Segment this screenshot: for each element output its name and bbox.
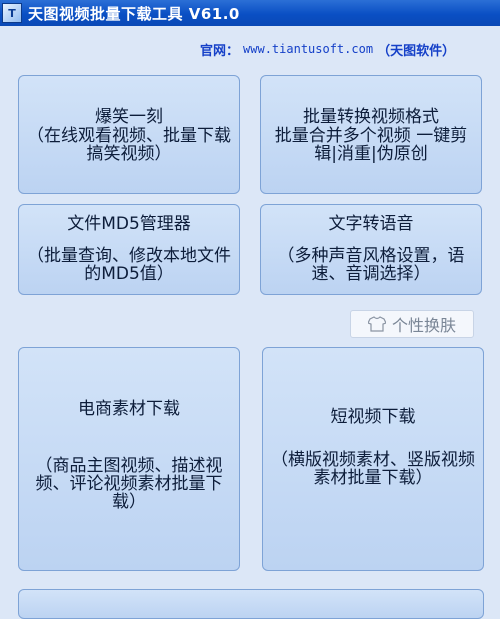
- card-partial-bottom[interactable]: [18, 589, 484, 619]
- website-prefix: 官网：: [200, 43, 240, 59]
- shirt-icon: [367, 316, 386, 332]
- card-description: （横版视频素材、竖版视频素材批量下载）: [271, 450, 475, 488]
- window-title: 天图视频批量下载工具 V61.0: [28, 4, 240, 23]
- card-video-convert[interactable]: 批量转换视频格式 批量合并多个视频 一键剪辑|消重|伪原创: [260, 75, 482, 194]
- website-suffix: （天图软件）: [377, 43, 456, 59]
- app-icon: T: [2, 3, 22, 23]
- title-bar: T 天图视频批量下载工具 V61.0: [0, 0, 500, 26]
- change-skin-label: 个性换肤: [391, 316, 456, 335]
- card-short-video-download[interactable]: 短视频下载 （横版视频素材、竖版视频素材批量下载）: [262, 347, 484, 571]
- card-ecommerce-download[interactable]: 电商素材下载 （商品主图视频、描述视频、评论视频素材批量下载）: [18, 347, 240, 571]
- card-title: 短视频下载: [330, 407, 416, 427]
- card-description: 批量合并多个视频 一键剪辑|消重|伪原创: [274, 126, 468, 164]
- card-title: 文字转语音: [328, 214, 414, 234]
- card-text-to-speech[interactable]: 文字转语音 （多种声音风格设置，语速、音调选择）: [260, 204, 482, 295]
- card-title: 文件MD5管理器: [67, 214, 191, 234]
- card-description: （商品主图视频、描述视频、评论视频素材批量下载）: [35, 456, 223, 512]
- card-funny-moments[interactable]: 爆笑一刻 （在线观看视频、批量下载搞笑视频）: [18, 75, 240, 194]
- card-title: 爆笑一刻: [95, 107, 163, 127]
- card-md5-manager[interactable]: 文件MD5管理器 （批量查询、修改本地文件的MD5值）: [18, 204, 240, 295]
- change-skin-button[interactable]: 个性换肤: [350, 310, 474, 338]
- website-link-row[interactable]: 官网： www.tiantusoft.com （天图软件）: [200, 36, 455, 62]
- card-description: （在线观看视频、批量下载搞笑视频）: [27, 126, 231, 164]
- website-url[interactable]: www.tiantusoft.com: [243, 42, 373, 56]
- card-description: （批量查询、修改本地文件的MD5值）: [27, 246, 231, 284]
- card-description: （多种声音风格设置，语速、音调选择）: [277, 246, 465, 284]
- card-title: 批量转换视频格式: [303, 107, 439, 127]
- card-title: 电商素材下载: [78, 399, 180, 419]
